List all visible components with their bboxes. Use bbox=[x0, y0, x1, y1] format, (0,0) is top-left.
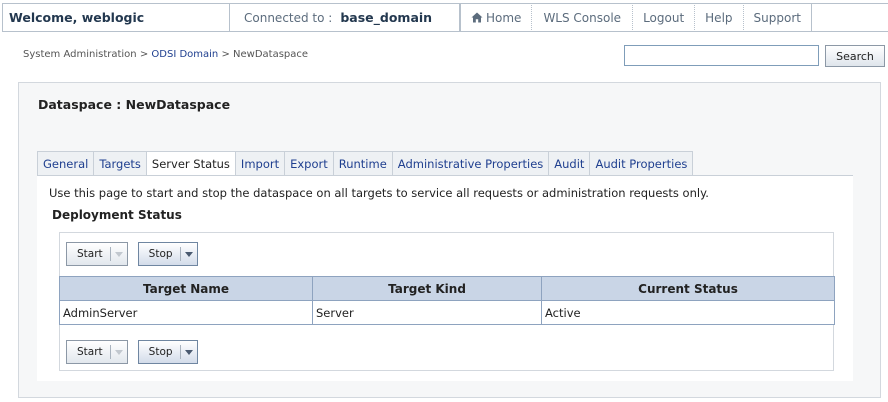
page-description: Use this page to start and stop the data… bbox=[49, 186, 709, 200]
tab-bar: General Targets Server Status Import Exp… bbox=[37, 151, 694, 176]
deployment-status-table-box: Start Stop Target Name Target Kind Curre… bbox=[59, 232, 835, 371]
top-nav: Home WLS Console Logout Help Support bbox=[460, 3, 888, 32]
breadcrumb-current: NewDataspace bbox=[233, 49, 309, 60]
start-button[interactable]: Start bbox=[66, 242, 128, 266]
stop-button[interactable]: Stop bbox=[137, 340, 198, 364]
welcome-text: Welcome, weblogic bbox=[2, 3, 230, 32]
cell-current-status: Active bbox=[541, 300, 835, 325]
breadcrumb-separator: > bbox=[136, 49, 152, 60]
home-link-label: Home bbox=[486, 10, 522, 25]
search-input[interactable] bbox=[624, 45, 819, 66]
section-title: Deployment Status bbox=[52, 208, 182, 222]
home-icon bbox=[471, 12, 483, 23]
search-button[interactable]: Search bbox=[825, 45, 885, 67]
tab-audit[interactable]: Audit bbox=[548, 151, 590, 176]
tab-import[interactable]: Import bbox=[234, 151, 285, 176]
bottom-button-row: Start Stop bbox=[66, 340, 198, 364]
chevron-down-icon bbox=[111, 349, 127, 355]
connection-info: Connected to : base_domain bbox=[230, 3, 460, 32]
table-header-row: Target Name Target Kind Current Status bbox=[59, 276, 835, 301]
logout-link[interactable]: Logout bbox=[633, 3, 696, 32]
chevron-down-icon[interactable] bbox=[181, 251, 197, 257]
deployment-status-table: Target Name Target Kind Current Status A… bbox=[59, 276, 835, 325]
breadcrumb-odsi-domain[interactable]: ODSI Domain bbox=[151, 49, 218, 60]
tab-targets[interactable]: Targets bbox=[93, 151, 146, 176]
chevron-down-icon[interactable] bbox=[181, 349, 197, 355]
column-header-target-kind[interactable]: Target Kind bbox=[312, 276, 542, 301]
start-button-label: Start bbox=[77, 346, 103, 358]
dataspace-panel: Dataspace : NewDataspace General Targets… bbox=[18, 82, 881, 398]
connected-label: Connected to : bbox=[244, 10, 333, 25]
cell-target-kind: Server bbox=[312, 300, 542, 325]
column-header-target-name[interactable]: Target Name bbox=[59, 276, 313, 301]
support-link[interactable]: Support bbox=[744, 3, 812, 32]
tab-server-status[interactable]: Server Status bbox=[145, 151, 235, 176]
start-button[interactable]: Start bbox=[66, 340, 128, 364]
tab-content: Use this page to start and stop the data… bbox=[37, 175, 853, 381]
tab-administrative-properties[interactable]: Administrative Properties bbox=[391, 151, 549, 176]
column-header-current-status[interactable]: Current Status bbox=[541, 276, 835, 301]
cell-target-name: AdminServer bbox=[59, 300, 313, 325]
help-link[interactable]: Help bbox=[695, 3, 744, 32]
tab-runtime[interactable]: Runtime bbox=[332, 151, 392, 176]
tab-audit-properties[interactable]: Audit Properties bbox=[589, 151, 694, 176]
page-title: Dataspace : NewDataspace bbox=[38, 97, 231, 112]
wls-console-link[interactable]: WLS Console bbox=[532, 3, 634, 32]
table-row: AdminServer Server Active bbox=[59, 300, 835, 325]
start-button-label: Start bbox=[77, 248, 103, 260]
breadcrumb-root: System Administration bbox=[23, 49, 137, 60]
tab-general[interactable]: General bbox=[37, 151, 94, 176]
home-link[interactable]: Home bbox=[460, 3, 533, 32]
breadcrumb: System Administration > ODSI Domain > Ne… bbox=[23, 49, 308, 60]
top-bar: Welcome, weblogic Connected to : base_do… bbox=[0, 0, 888, 35]
tab-export[interactable]: Export bbox=[284, 151, 333, 176]
stop-button-label: Stop bbox=[148, 346, 173, 358]
stop-button[interactable]: Stop bbox=[137, 242, 198, 266]
breadcrumb-separator: > bbox=[218, 49, 234, 60]
chevron-down-icon bbox=[111, 251, 127, 257]
stop-button-label: Stop bbox=[148, 248, 173, 260]
top-button-row: Start Stop bbox=[66, 242, 198, 266]
domain-name: base_domain bbox=[340, 10, 433, 25]
